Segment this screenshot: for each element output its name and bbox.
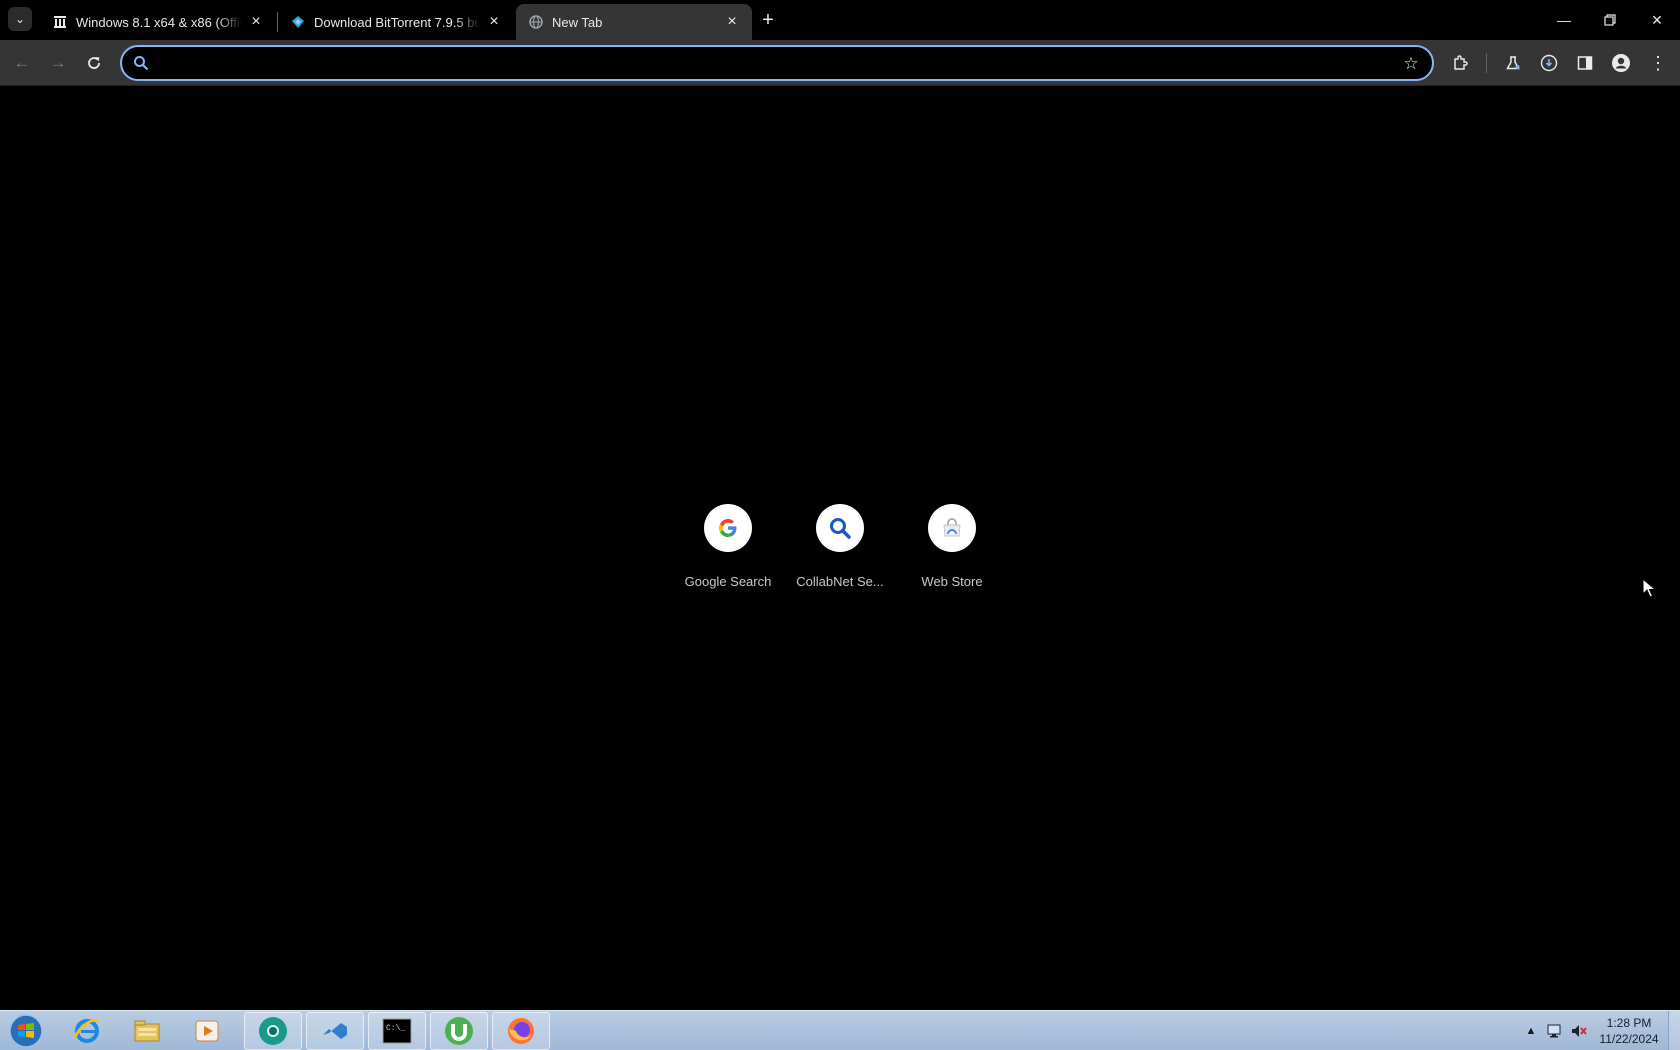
visual-studio-icon bbox=[323, 1023, 347, 1039]
taskbar-utorrent[interactable] bbox=[430, 1012, 488, 1050]
taskbar-clock[interactable]: 1:28 PM 11/22/2024 bbox=[1592, 1015, 1666, 1047]
reload-icon bbox=[88, 57, 100, 69]
taskbar-cmd[interactable]: C:\_ bbox=[368, 1012, 426, 1050]
close-tab-icon[interactable]: × bbox=[724, 13, 740, 30]
arrow-left-icon: ← bbox=[13, 53, 31, 72]
search-icon bbox=[816, 504, 864, 552]
close-tab-icon[interactable]: × bbox=[486, 13, 502, 30]
side-panel-icon bbox=[1577, 56, 1593, 70]
shortcut-web-store[interactable]: Web Store bbox=[896, 504, 1008, 616]
tab-windows-81[interactable]: Windows 8.1 x64 & x86 (Offici × bbox=[40, 4, 276, 40]
restore-button[interactable] bbox=[1587, 0, 1633, 40]
side-panel-button[interactable] bbox=[1571, 49, 1599, 77]
search-icon bbox=[132, 54, 150, 72]
address-bar[interactable]: ☆ bbox=[120, 45, 1434, 81]
taskbar-media-player[interactable] bbox=[178, 1012, 236, 1050]
download-icon bbox=[1540, 54, 1558, 72]
tray-network[interactable] bbox=[1544, 1011, 1566, 1050]
shortcut-label: CollabNet Se... bbox=[796, 574, 884, 589]
extensions-button[interactable] bbox=[1446, 49, 1474, 77]
taskbar-chrome[interactable] bbox=[244, 1012, 302, 1050]
reload-button[interactable] bbox=[80, 49, 108, 77]
tab-bittorrent[interactable]: Download BitTorrent 7.9.5 buil × bbox=[278, 4, 514, 40]
taskbar-file-explorer[interactable] bbox=[118, 1012, 176, 1050]
softonic-icon bbox=[290, 14, 306, 30]
shortcut-label: Web Store bbox=[921, 574, 983, 589]
shortcut-google-search[interactable]: Google Search bbox=[672, 504, 784, 616]
tab-title: New Tab bbox=[552, 14, 603, 30]
puzzle-icon bbox=[1454, 55, 1468, 70]
mouse-cursor-icon bbox=[1642, 578, 1656, 598]
tray-overflow-button[interactable]: ▲ bbox=[1522, 1011, 1540, 1050]
labs-button[interactable] bbox=[1499, 49, 1527, 77]
chevron-down-icon: ⌄ bbox=[14, 12, 26, 26]
firefox-icon bbox=[508, 1018, 534, 1044]
chrome-icon bbox=[259, 1017, 287, 1045]
bookmark-star-icon[interactable]: ☆ bbox=[1400, 53, 1422, 75]
cmd-icon: C:\_ bbox=[382, 1018, 412, 1044]
avatar-icon bbox=[1612, 54, 1630, 72]
toolbar-divider bbox=[1486, 53, 1487, 73]
shortcut-collabnet-search[interactable]: CollabNet Se... bbox=[784, 504, 896, 616]
tab-search-button[interactable]: ⌄ bbox=[8, 7, 32, 31]
plus-icon: + bbox=[762, 8, 774, 31]
close-window-button[interactable]: × bbox=[1634, 0, 1680, 40]
browser-toolbar: ← → ☆ ⋮ bbox=[0, 40, 1680, 86]
web-store-icon bbox=[928, 504, 976, 552]
tab-title: Download BitTorrent 7.9.5 buil bbox=[314, 14, 480, 30]
svg-text:C:\_: C:\_ bbox=[386, 1024, 405, 1033]
archive-icon bbox=[52, 14, 68, 30]
chrome-window: ⌄ Windows 8.1 x64 & x86 (Offici × Downlo… bbox=[0, 0, 1680, 1050]
utorrent-icon bbox=[445, 1017, 473, 1045]
menu-button[interactable]: ⋮ bbox=[1644, 49, 1672, 77]
start-button[interactable] bbox=[6, 1013, 46, 1049]
tab-strip: ⌄ Windows 8.1 x64 & x86 (Offici × Downlo… bbox=[0, 0, 1680, 40]
tab-new-tab[interactable]: New Tab × bbox=[516, 4, 752, 40]
windows-taskbar: C:\_ ▲ 1:28 PM 11/22/2024 bbox=[0, 1010, 1680, 1050]
downloads-button[interactable] bbox=[1535, 49, 1563, 77]
address-input[interactable] bbox=[150, 48, 1432, 78]
minimize-icon: — bbox=[1557, 12, 1571, 28]
minimize-button[interactable]: — bbox=[1541, 0, 1587, 40]
shortcut-label: Google Search bbox=[684, 574, 772, 589]
profile-button[interactable] bbox=[1607, 49, 1635, 77]
flask-icon bbox=[1506, 56, 1520, 70]
show-desktop-button[interactable] bbox=[1668, 1011, 1680, 1050]
network-icon bbox=[1547, 1024, 1561, 1038]
chevron-up-icon: ▲ bbox=[1525, 1025, 1537, 1037]
back-button[interactable]: ← bbox=[8, 49, 36, 77]
internet-explorer-icon bbox=[73, 1019, 100, 1043]
arrow-right-icon: → bbox=[49, 53, 67, 72]
google-icon bbox=[704, 504, 752, 552]
media-player-icon bbox=[195, 1020, 219, 1042]
forward-button[interactable]: → bbox=[44, 49, 72, 77]
clock-date: 11/22/2024 bbox=[1599, 1032, 1659, 1046]
taskbar-firefox[interactable] bbox=[492, 1012, 550, 1050]
new-tab-page: Google Search CollabNet Se... Web Store bbox=[0, 86, 1680, 1010]
tray-volume[interactable] bbox=[1568, 1011, 1590, 1050]
taskbar-visual-studio[interactable] bbox=[306, 1012, 364, 1050]
file-explorer-icon bbox=[134, 1020, 160, 1042]
clock-time: 1:28 PM bbox=[1606, 1016, 1652, 1030]
new-tab-button[interactable]: + bbox=[756, 8, 780, 32]
tab-title: Windows 8.1 x64 & x86 (Offici bbox=[76, 14, 242, 30]
volume-muted-icon bbox=[1572, 1025, 1587, 1037]
restore-icon bbox=[1604, 14, 1616, 26]
more-vert-icon: ⋮ bbox=[1649, 52, 1667, 73]
windows-logo-icon bbox=[9, 1014, 43, 1048]
taskbar-internet-explorer[interactable] bbox=[58, 1012, 116, 1050]
close-tab-icon[interactable]: × bbox=[248, 13, 264, 30]
close-icon: × bbox=[1651, 9, 1663, 30]
globe-icon bbox=[528, 14, 544, 30]
